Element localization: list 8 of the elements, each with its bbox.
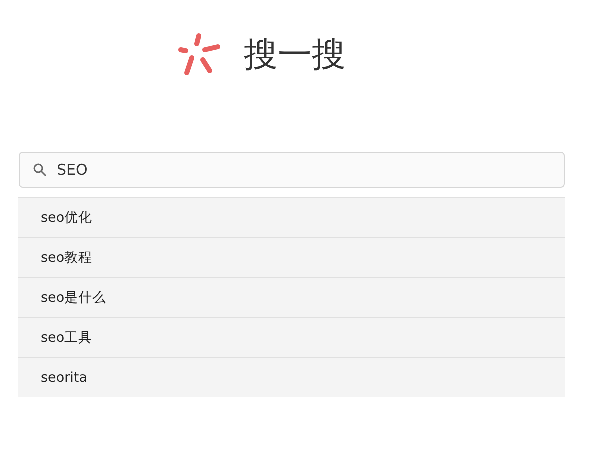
suggestion-item[interactable]: seo是什么 xyxy=(18,277,565,317)
page-title: 搜一搜 xyxy=(244,34,346,77)
suggestion-item[interactable]: seo教程 xyxy=(18,237,565,277)
logo-icon xyxy=(178,33,222,77)
search-field[interactable]: SEO xyxy=(19,152,565,188)
suggestion-item[interactable]: seo优化 xyxy=(18,197,565,237)
suggestion-item[interactable]: seo工具 xyxy=(18,317,565,357)
suggestion-item[interactable]: seorita xyxy=(18,357,565,397)
